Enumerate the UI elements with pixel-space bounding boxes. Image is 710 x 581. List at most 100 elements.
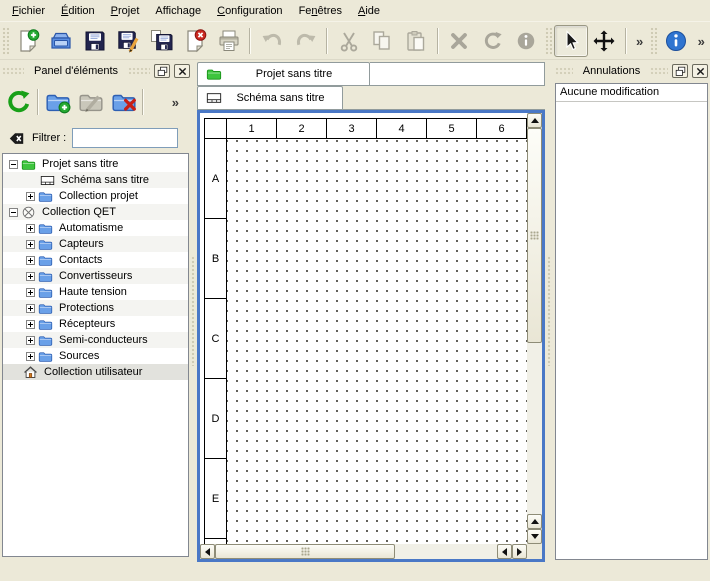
- scrollbar-corner: [527, 544, 542, 559]
- clear-filter-button[interactable]: [6, 128, 26, 148]
- row-header: C: [204, 298, 227, 379]
- menu-affichage[interactable]: Affichage: [147, 2, 209, 20]
- expand-expander-icon[interactable]: [26, 352, 35, 361]
- save-all-button[interactable]: [145, 25, 178, 57]
- tree-item-capteurs[interactable]: Capteurs: [3, 236, 188, 252]
- panel-toolbar-overflow-button[interactable]: »: [167, 95, 184, 110]
- right-splitter[interactable]: [546, 62, 552, 560]
- horizontal-scroll-thumb[interactable]: [215, 544, 395, 559]
- expand-expander-icon[interactable]: [26, 224, 35, 233]
- tree-item-semi-conducteurs[interactable]: Semi-conducteurs: [3, 332, 188, 348]
- elements-panel-title: Panel d'éléments: [28, 65, 124, 77]
- tree-item-haute-tension[interactable]: Haute tension: [3, 284, 188, 300]
- toolbar-handle[interactable]: [650, 27, 657, 55]
- menu-fichier[interactable]: Fichier: [4, 2, 53, 20]
- toolbar-handle[interactable]: [545, 27, 552, 55]
- expand-expander-icon[interactable]: [26, 288, 35, 297]
- tab-projet-sans-titre[interactable]: Projet sans titre: [197, 62, 370, 86]
- tree-item-automatisme[interactable]: Automatisme: [3, 220, 188, 236]
- reload-collections-button[interactable]: [2, 85, 35, 119]
- filter-input[interactable]: [72, 128, 178, 148]
- expand-expander-icon[interactable]: [26, 192, 35, 201]
- print-button[interactable]: [212, 25, 245, 57]
- collapse-expander-icon[interactable]: [9, 160, 18, 169]
- scroll-up-button[interactable]: [527, 514, 542, 529]
- undo-panel-titlebar[interactable]: Annulations: [555, 62, 708, 80]
- float-icon: [157, 66, 168, 77]
- tree-item-protections[interactable]: Protections: [3, 300, 188, 316]
- diagram-canvas[interactable]: 1 2 3 4 5 6 A B C D E: [200, 113, 527, 544]
- tree-item-collection-utilisateur[interactable]: Collection utilisateur: [3, 364, 188, 380]
- close-panel-button[interactable]: [692, 64, 708, 78]
- move-mode-button[interactable]: [588, 25, 621, 57]
- vertical-scrollbar[interactable]: [527, 113, 542, 544]
- delete-category-button[interactable]: [107, 85, 140, 119]
- toolbar-handle[interactable]: [2, 27, 9, 55]
- scroll-left-button[interactable]: [200, 544, 215, 559]
- tree-item-collection-qet[interactable]: Collection QET: [3, 204, 188, 220]
- row-header: D: [204, 378, 227, 459]
- vertical-scroll-thumb[interactable]: [527, 128, 542, 343]
- expand-expander-icon[interactable]: [26, 256, 35, 265]
- save-as-icon: [116, 29, 140, 53]
- information-button: [510, 25, 543, 57]
- scroll-left-button[interactable]: [497, 544, 512, 559]
- diagram-view[interactable]: 1 2 3 4 5 6 A B C D E: [197, 110, 545, 562]
- menu-edition[interactable]: Édition: [53, 2, 103, 20]
- save-button[interactable]: [78, 25, 111, 57]
- tree-item-schema-sans-titre[interactable]: Schéma sans titre: [3, 172, 188, 188]
- expand-expander-icon[interactable]: [26, 304, 35, 313]
- float-panel-button[interactable]: [672, 64, 688, 78]
- save-as-button[interactable]: [111, 25, 144, 57]
- arrow-left-icon: [205, 548, 210, 556]
- tab-schema-sans-titre[interactable]: Schéma sans titre: [197, 86, 343, 110]
- column-header: 6: [476, 118, 527, 139]
- left-splitter[interactable]: [190, 62, 196, 560]
- tree-item-projet-sans-titre[interactable]: Projet sans titre: [3, 156, 188, 172]
- tree-item-collection-projet[interactable]: Collection projet: [3, 188, 188, 204]
- tree-item-sources[interactable]: Sources: [3, 348, 188, 364]
- toolbar-overflow-button[interactable]: »: [631, 34, 648, 49]
- scroll-right-button[interactable]: [512, 544, 527, 559]
- tree-item-recepteurs[interactable]: Récepteurs: [3, 316, 188, 332]
- tree-item-contacts[interactable]: Contacts: [3, 252, 188, 268]
- undo-icon: [260, 29, 284, 53]
- menu-aide[interactable]: Aide: [350, 2, 388, 20]
- row-header: A: [204, 138, 227, 219]
- select-mode-button[interactable]: [554, 25, 588, 57]
- tree-item-convertisseurs[interactable]: Convertisseurs: [3, 268, 188, 284]
- elements-panel-titlebar[interactable]: Panel d'éléments: [2, 62, 190, 80]
- open-project-button[interactable]: [44, 25, 77, 57]
- diagram-title-grid: 1 2 3 4 5 6 A B C D E: [204, 118, 527, 544]
- folder-icon: [38, 221, 54, 236]
- main-toolbar: » »: [0, 23, 710, 60]
- expand-expander-icon[interactable]: [26, 240, 35, 249]
- new-category-button[interactable]: [41, 85, 74, 119]
- collapse-expander-icon[interactable]: [9, 208, 18, 217]
- expand-expander-icon[interactable]: [26, 272, 35, 281]
- menu-configuration[interactable]: Configuration: [209, 2, 290, 20]
- folder-icon: [38, 285, 54, 300]
- float-panel-button[interactable]: [154, 64, 170, 78]
- project-information-button[interactable]: [659, 25, 692, 57]
- undo-list-item[interactable]: Aucune modification: [556, 84, 707, 102]
- menu-projet[interactable]: Projet: [103, 2, 148, 20]
- close-panel-button[interactable]: [174, 64, 190, 78]
- new-document-button[interactable]: [11, 25, 44, 57]
- scroll-up-button[interactable]: [527, 113, 542, 128]
- dock-grip: [128, 67, 150, 75]
- folder-icon: [38, 349, 54, 364]
- toolbar-overflow-button[interactable]: »: [693, 34, 710, 49]
- undo-history-list[interactable]: Aucune modification: [555, 83, 708, 560]
- horizontal-scrollbar[interactable]: [200, 544, 527, 559]
- scroll-down-button[interactable]: [527, 529, 542, 544]
- close-icon: [177, 66, 188, 77]
- copy-icon: [370, 29, 394, 53]
- edit-category-icon: [78, 89, 104, 115]
- expand-expander-icon[interactable]: [26, 336, 35, 345]
- close-file-button[interactable]: [178, 25, 211, 57]
- folder-icon: [38, 269, 54, 284]
- expand-expander-icon[interactable]: [26, 320, 35, 329]
- menu-fenetres[interactable]: Fenêtres: [291, 2, 350, 20]
- redo-icon: [294, 29, 318, 53]
